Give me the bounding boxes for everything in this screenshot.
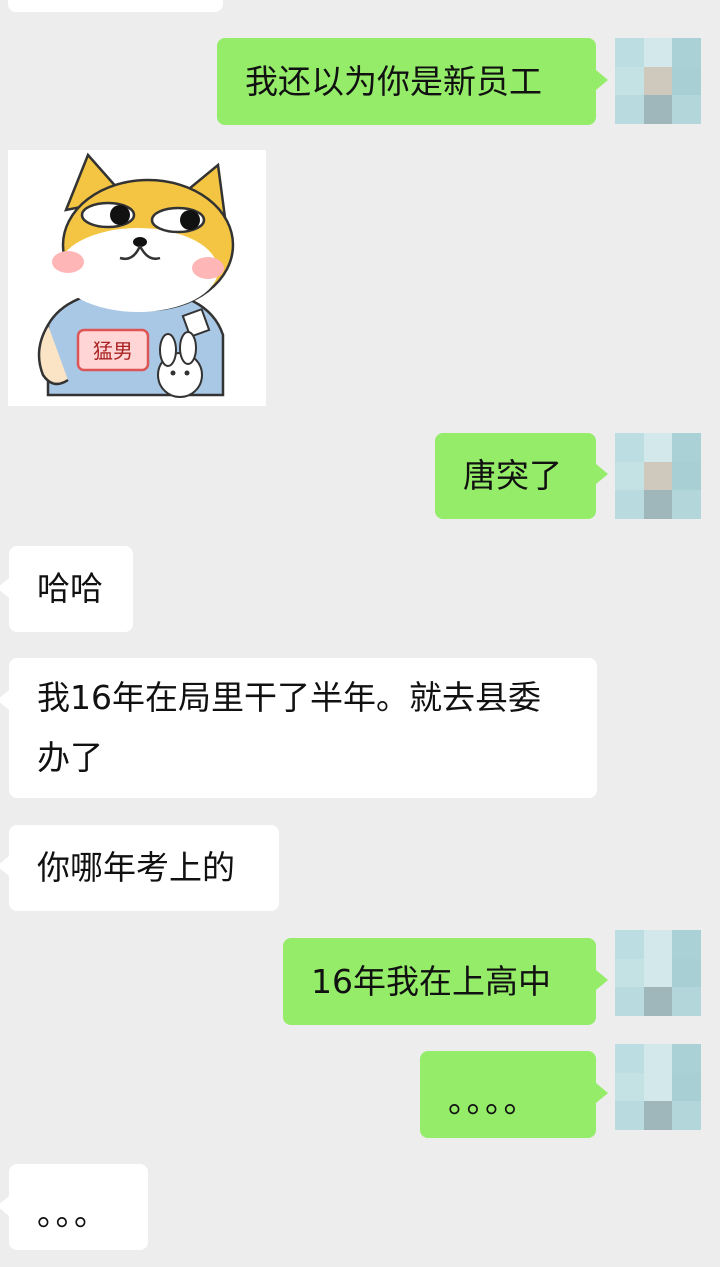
chat-bubble-other[interactable]: 我16年在局里干了半年。就去县委办了 (9, 658, 597, 798)
chat-bubble-self[interactable]: 。。。。 (420, 1051, 596, 1138)
chat-bubble-other[interactable]: 。。。 (9, 1164, 148, 1250)
self-avatar[interactable] (615, 930, 701, 1016)
chat-bubble-other[interactable]: 哈哈 (9, 546, 133, 632)
chat-bubble-self[interactable]: 唐突了 (435, 433, 596, 519)
bubble-tail (0, 856, 9, 876)
shiba-icon: 猛男 (8, 150, 266, 406)
sticker-badge-text: 猛男 (93, 339, 133, 363)
bubble-tail (0, 690, 9, 710)
self-avatar[interactable] (615, 1044, 701, 1130)
bubble-tail (596, 1083, 608, 1103)
shiba-sticker-image[interactable]: 猛男 (8, 150, 266, 406)
bubble-tail (0, 578, 9, 598)
previous-message-bubble (8, 0, 223, 12)
chat-bubble-self[interactable]: 16年我在上高中 (283, 938, 596, 1025)
bubble-tail (596, 970, 608, 990)
bubble-tail (596, 464, 608, 484)
self-avatar[interactable] (615, 38, 701, 124)
self-avatar[interactable] (615, 433, 701, 519)
bubble-tail (0, 1196, 9, 1216)
chat-bubble-self[interactable]: 我还以为你是新员工 (217, 38, 596, 125)
bubble-tail (596, 70, 608, 90)
chat-bubble-other[interactable]: 你哪年考上的 (9, 825, 279, 911)
